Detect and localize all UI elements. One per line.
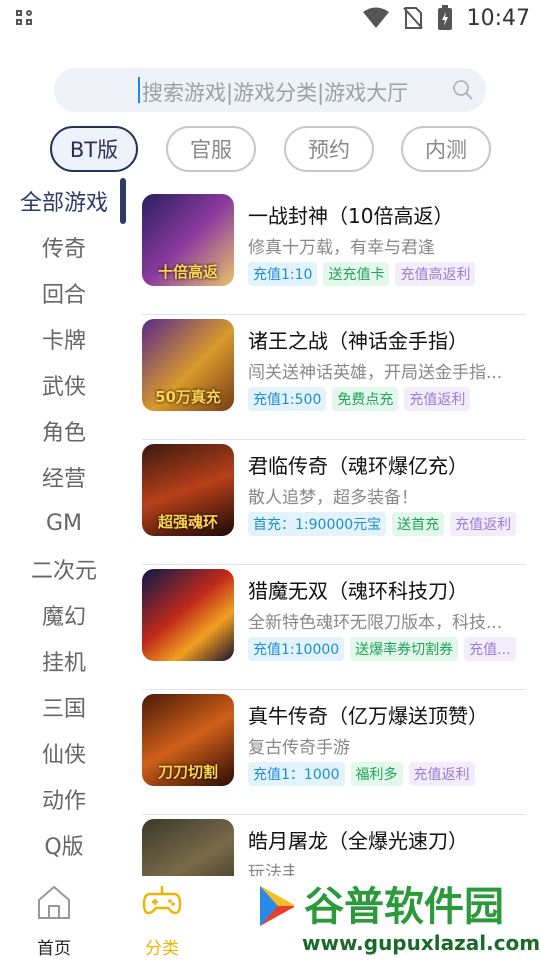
category-tabs: BT版 官服 预约 内测 (0, 126, 540, 174)
game-tag: 免费点充 (332, 387, 399, 411)
game-item[interactable]: 50万真充 诸王之战（神话金手指） 闯关送神话英雄，开局送金手指... 充值1:… (142, 315, 526, 440)
game-tag: 送爆率券切割券 (350, 637, 459, 661)
sidebar-item[interactable]: Q版 (0, 822, 128, 868)
nav-category[interactable]: 分类 (122, 882, 202, 959)
svg-text:谷普软件园: 谷普软件园 (304, 884, 504, 930)
tab-bt[interactable]: BT版 (50, 126, 138, 172)
game-tag: 充值返利 (450, 512, 517, 536)
svg-text:www.gupuxlazal.com: www.gupuxlazal.com (302, 931, 540, 955)
game-title: 猎魔无双（魂环科技刀） (248, 579, 468, 603)
search-placeholder: 搜索游戏|游戏分类|游戏大厅 (142, 81, 409, 105)
thumbnail-caption: 刀刀切割 (157, 763, 218, 781)
game-thumbnail: 刀刀切割 (142, 694, 234, 786)
game-tag: 首充：1:90000元宝 (248, 512, 387, 536)
game-tag: 充值返利 (408, 762, 475, 786)
clock-text: 10:47 (466, 5, 530, 31)
no-sim-icon (402, 7, 423, 29)
game-tag: 送充值卡 (323, 262, 390, 286)
game-description: 全新特色魂环无限刀版本，科技... (248, 613, 503, 633)
tab-beta[interactable]: 内测 (401, 126, 491, 172)
search-input[interactable]: 搜索游戏|游戏分类|游戏大厅 (54, 68, 486, 112)
game-title: 君临传奇（魂环爆亿充） (248, 454, 468, 478)
nav-category-label: 分类 (145, 939, 179, 959)
gamepad-icon (142, 886, 182, 915)
app-grid-icon (16, 10, 36, 26)
game-item[interactable]: 十倍高返 一战封神（10倍高返） 修真十万载，有幸与君逢 充值1:10 送充值卡… (142, 190, 526, 315)
game-tag: 福利多 (350, 762, 403, 786)
thumbnail-caption: 十倍高返 (157, 263, 218, 281)
game-description: 闯关送神话英雄，开局送金手指... (248, 363, 503, 383)
game-description: 复古传奇手游 (248, 738, 350, 758)
game-title: 诸王之战（神话金手指） (248, 329, 468, 353)
sidebar-item[interactable]: 回合 (0, 270, 128, 316)
game-tag: 充值1:10000 (248, 637, 345, 661)
thumbnail-caption: 50万真充 (155, 388, 221, 406)
game-item[interactable]: 刀刀切割 真牛传奇（亿万爆送顶赞） 复古传奇手游 充值1：1000 福利多 充值… (142, 690, 526, 815)
game-tag: 充值... (464, 637, 516, 661)
sidebar-item[interactable]: 仙侠 (0, 730, 128, 776)
game-thumbnail: 50万真充 (142, 319, 234, 411)
wifi-icon (362, 7, 389, 28)
nav-home-label: 首页 (37, 939, 71, 959)
nav-home[interactable]: 首页 (14, 882, 94, 959)
sidebar-item[interactable]: 武侠 (0, 362, 128, 408)
game-title: 皓月屠龙（全爆光速刀） (248, 829, 468, 853)
game-tag: 送首充 (392, 512, 445, 536)
sidebar-item[interactable]: GM (0, 500, 128, 546)
sidebar-item-all[interactable]: 全部游戏 (0, 178, 128, 224)
watermark-logo: 谷普软件园 www.gupuxlazal.com (294, 858, 540, 960)
game-tag: 充值高返利 (395, 262, 476, 286)
battery-charging-icon (437, 5, 452, 30)
game-title: 一战封神（10倍高返） (248, 204, 454, 228)
sidebar-item[interactable]: 传奇 (0, 224, 128, 270)
game-tag: 充值1：1000 (248, 762, 345, 786)
sidebar-item[interactable]: 挂机 (0, 638, 128, 684)
status-bar: 10:47 (0, 0, 540, 36)
game-thumbnail: 超强魂环 (142, 444, 234, 536)
game-tag: 充值1:500 (248, 387, 327, 411)
game-description: 散人追梦，超多装备！ (248, 488, 418, 508)
game-item[interactable]: 超强魂环 君临传奇（魂环爆亿充） 散人追梦，超多装备！ 首充：1:90000元宝… (142, 440, 526, 565)
sidebar-item[interactable]: 三国 (0, 684, 128, 730)
game-description: 修真十万载，有幸与君逢 (248, 238, 435, 258)
home-icon (38, 885, 70, 919)
sidebar-item[interactable]: 动作 (0, 776, 128, 822)
game-item[interactable]: 猎魔无双（魂环科技刀） 全新特色魂环无限刀版本，科技... 充值1:10000 … (142, 565, 526, 690)
game-thumbnail (142, 569, 234, 661)
tab-official[interactable]: 官服 (166, 126, 256, 172)
sidebar-item[interactable]: 二次元 (0, 546, 128, 592)
sidebar-item[interactable]: 角色 (0, 408, 128, 454)
search-icon[interactable] (452, 79, 474, 101)
game-title: 真牛传奇（亿万爆送顶赞） (248, 704, 488, 728)
sidebar-item[interactable]: 卡牌 (0, 316, 128, 362)
game-tag: 充值返利 (404, 387, 471, 411)
sidebar-item[interactable]: 魔幻 (0, 592, 128, 638)
game-tag: 充值1:10 (248, 262, 318, 286)
text-caret (138, 77, 140, 103)
sidebar-item[interactable]: 经营 (0, 454, 128, 500)
thumbnail-caption: 超强魂环 (157, 513, 218, 531)
tab-reserve[interactable]: 预约 (284, 126, 374, 172)
game-thumbnail: 十倍高返 (142, 194, 234, 286)
